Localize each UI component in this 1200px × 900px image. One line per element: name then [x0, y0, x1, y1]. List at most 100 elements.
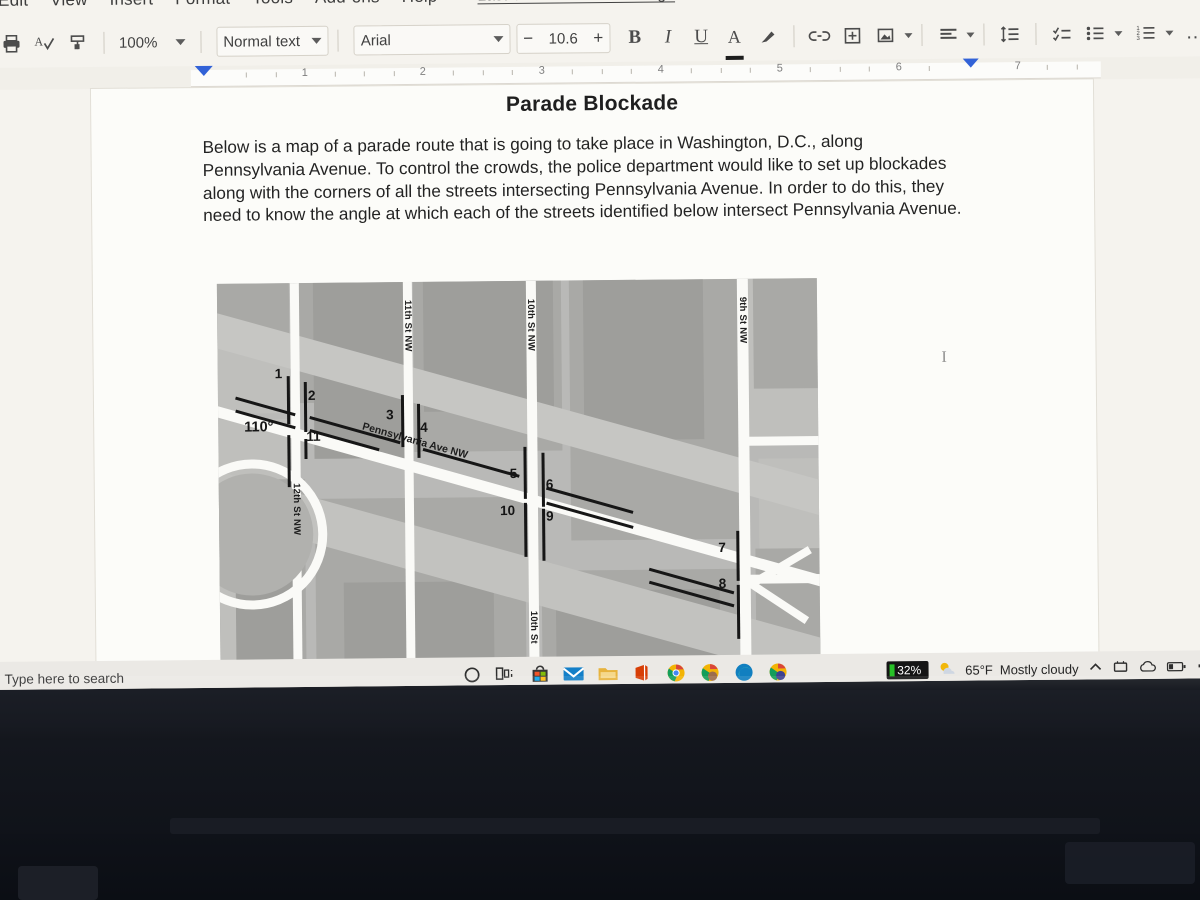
- corner-number-2: 2: [307, 387, 316, 403]
- align-caret[interactable]: [966, 32, 975, 38]
- map-block: [582, 279, 705, 441]
- ruler-number: 2: [419, 65, 426, 78]
- document-page[interactable]: Parade Blockade Below is a map of a para…: [90, 79, 1099, 670]
- angle-marker-tick: [287, 435, 291, 488]
- road-cross-east-upper: [746, 436, 821, 446]
- ruler-tick: [571, 69, 573, 75]
- ruler-tick: [868, 66, 870, 72]
- numbered-list-caret[interactable]: [1165, 30, 1174, 36]
- show-hidden-icons-chevron[interactable]: [1088, 661, 1102, 676]
- street-label-11th: 11th St NW: [401, 299, 414, 352]
- laptop-key-area-left: [18, 866, 98, 900]
- ruler-number: 7: [1014, 60, 1021, 73]
- volume-icon[interactable]: [1196, 659, 1200, 675]
- ruler-tick: [720, 67, 722, 73]
- left-indent-marker[interactable]: [194, 65, 213, 77]
- ruler-tick: [363, 71, 365, 77]
- street-label-10th-lower: 10th St: [527, 610, 540, 644]
- insert-image-caret[interactable]: [904, 32, 913, 38]
- angle-marker-tick: [523, 446, 527, 499]
- document-paragraph: Below is a map of a parade route that is…: [202, 130, 962, 226]
- ruler-tick: [393, 71, 395, 77]
- laptop-photo: Edit View Insert Format Tools Add-ons He…: [0, 0, 1200, 900]
- ruler-tick: [839, 66, 841, 72]
- street-label-9th: 9th St NW: [736, 296, 749, 344]
- ruler-tick: [601, 69, 603, 75]
- menu-item-addons[interactable]: Add-ons: [315, 0, 380, 8]
- add-comment-icon[interactable]: [836, 19, 869, 53]
- spellcheck-icon[interactable]: A: [28, 26, 61, 60]
- ruler-number: 6: [895, 61, 902, 74]
- street-label-12th: 12th St NW: [290, 483, 303, 536]
- print-icon[interactable]: [0, 27, 28, 61]
- menu-item-view[interactable]: View: [50, 0, 88, 10]
- line-spacing-icon[interactable]: [993, 17, 1026, 51]
- network-icon[interactable]: [1112, 660, 1128, 677]
- corner-number-1: 1: [274, 366, 283, 382]
- menu-item-edit[interactable]: Edit: [0, 0, 28, 11]
- laptop-display: Edit View Insert Format Tools Add-ons He…: [0, 0, 1200, 690]
- ruler-tick: [1046, 64, 1048, 70]
- zoom-value: 100%: [118, 33, 158, 52]
- increase-font-size-button[interactable]: +: [593, 28, 603, 48]
- ruler-number: 1: [301, 66, 308, 80]
- angle-value-label: 110°: [244, 419, 274, 436]
- menu-item-help[interactable]: Help: [402, 0, 438, 7]
- highlight-pen-icon[interactable]: [751, 19, 784, 53]
- bulleted-list-caret[interactable]: [1114, 30, 1123, 36]
- ruler-tick: [482, 70, 484, 76]
- font-size-value[interactable]: 10.6: [549, 30, 578, 47]
- corner-number-3: 3: [386, 407, 394, 423]
- laptop-hinge: [170, 818, 1100, 834]
- insert-link-icon[interactable]: [803, 19, 836, 53]
- insert-image-icon[interactable]: [869, 18, 902, 52]
- right-indent-marker[interactable]: [962, 58, 979, 68]
- font-family-selector[interactable]: Arial: [353, 24, 511, 56]
- toolbar-divider: [1035, 22, 1037, 45]
- toolbar-divider: [102, 31, 105, 54]
- text-color-button[interactable]: A: [718, 20, 751, 54]
- bold-button[interactable]: B: [618, 21, 651, 55]
- onedrive-icon[interactable]: [1138, 660, 1156, 676]
- underline-button[interactable]: U: [684, 20, 717, 54]
- paint-format-icon[interactable]: [61, 26, 94, 60]
- corner-number-8: 8: [718, 575, 727, 592]
- corner-number-5: 5: [509, 465, 518, 482]
- numbered-list-icon[interactable]: 1 2 3: [1130, 16, 1163, 50]
- parade-route-map[interactable]: 12th St NW 11th St NW 10th St NW 9th St …: [216, 278, 821, 669]
- toolbar-divider: [921, 24, 923, 47]
- map-block: [752, 278, 818, 389]
- street-label-10th: 10th St NW: [524, 298, 537, 352]
- bulleted-list-icon[interactable]: [1079, 16, 1112, 50]
- paragraph-style-selector[interactable]: Normal text: [216, 25, 329, 57]
- ruler-tick: [749, 67, 751, 73]
- align-icon[interactable]: [931, 18, 964, 52]
- corner-number-9: 9: [546, 508, 554, 524]
- angle-marker-tick: [400, 395, 405, 448]
- italic-button[interactable]: I: [651, 20, 684, 54]
- corner-number-11: 11: [306, 428, 321, 444]
- menu-item-tools[interactable]: Tools: [252, 0, 293, 8]
- angle-marker-tick: [523, 502, 528, 557]
- weather-description: Mostly cloudy: [999, 661, 1079, 677]
- font-size-stepper[interactable]: − 10.6 +: [516, 23, 611, 54]
- ruler-tick: [1076, 64, 1078, 70]
- page-title: Parade Blockade: [505, 91, 679, 117]
- menu-item-insert[interactable]: Insert: [109, 0, 153, 10]
- ruler-tick: [630, 68, 632, 74]
- toolbar-divider: [337, 29, 339, 52]
- svg-text:A: A: [34, 34, 43, 48]
- angle-marker-tick: [541, 452, 545, 507]
- zoom-selector[interactable]: 100%: [113, 27, 192, 58]
- checklist-icon[interactable]: [1046, 17, 1079, 51]
- font-family-value: Arial: [360, 31, 391, 49]
- ruler-tick: [452, 70, 454, 76]
- more-options-button[interactable]: …: [1179, 15, 1200, 49]
- decrease-font-size-button[interactable]: −: [523, 29, 533, 49]
- chevron-down-icon: [311, 37, 322, 44]
- text-cursor-ibeam: I: [941, 348, 947, 366]
- menu-item-format[interactable]: Format: [175, 0, 230, 9]
- last-edit-status[interactable]: Last edit was 3 minutes ago: [477, 0, 675, 5]
- battery-icon[interactable]: [1166, 660, 1186, 675]
- ruler-tick: [928, 65, 930, 71]
